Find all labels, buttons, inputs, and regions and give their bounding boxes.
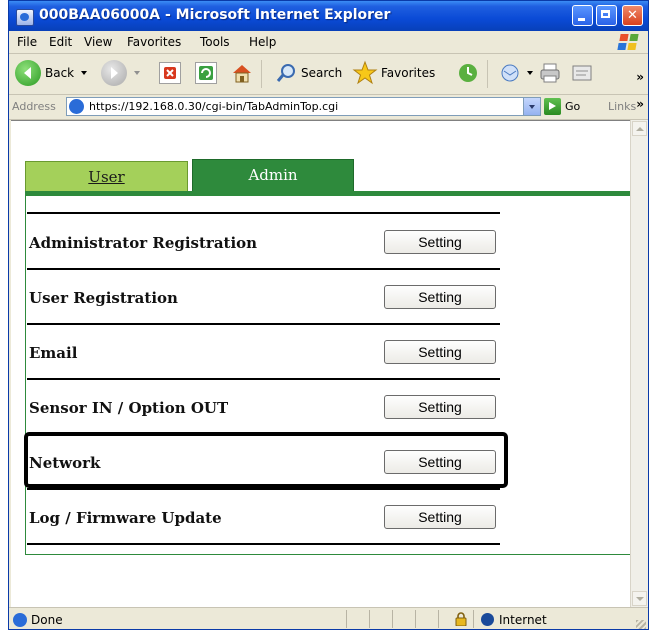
menu-bar: File Edit View Favorites Tools Help <box>9 31 648 54</box>
lock-icon[interactable] <box>455 612 467 627</box>
row-label-user-registration: User Registration <box>29 289 178 307</box>
links-label[interactable]: Links <box>608 100 636 113</box>
row-label-sensor-in-option-out: Sensor IN / Option OUT <box>29 399 229 417</box>
links-overflow-icon[interactable]: » <box>636 97 644 111</box>
page-globe-icon <box>69 99 84 114</box>
status-divider <box>369 610 370 628</box>
mail-icon[interactable] <box>499 62 521 84</box>
page-done-icon <box>13 613 27 627</box>
minimize-button[interactable] <box>572 5 593 26</box>
address-bar: Address https://192.168.0.30/cgi-bin/Tab… <box>9 95 648 120</box>
row-label-administrator-registration: Administrator Registration <box>29 234 258 252</box>
administrator-registration-setting-button[interactable]: Setting <box>384 230 496 254</box>
row-label-email: Email <box>29 344 78 362</box>
browser-window: 000BAA06000A - Microsoft Internet Explor… <box>8 0 649 630</box>
tab-admin-label[interactable]: Admin <box>248 166 297 184</box>
status-divider <box>346 610 347 628</box>
tab-user-label[interactable]: User <box>88 168 124 186</box>
forward-arrow-icon[interactable] <box>101 60 127 86</box>
favorites-star-icon[interactable] <box>352 60 378 86</box>
title-bar[interactable]: 000BAA06000A - Microsoft Internet Explor… <box>9 1 648 31</box>
tab-user[interactable]: User <box>25 161 188 192</box>
status-divider <box>438 610 439 628</box>
ie-page-icon <box>16 9 34 26</box>
search-button-label[interactable]: Search <box>301 66 342 80</box>
toolbar-overflow-icon[interactable]: » <box>636 70 644 84</box>
email-setting-button[interactable]: Setting <box>384 340 496 364</box>
go-arrow-icon[interactable] <box>544 98 561 115</box>
status-divider <box>473 610 474 628</box>
menu-edit[interactable]: Edit <box>49 35 72 49</box>
internet-globe-icon <box>481 613 494 626</box>
edit-page-icon[interactable] <box>571 62 593 84</box>
search-icon[interactable] <box>275 62 297 84</box>
toolbar-divider <box>261 60 262 88</box>
mail-dropdown-icon[interactable] <box>527 71 533 75</box>
address-label: Address <box>12 100 56 113</box>
menu-file[interactable]: File <box>17 35 37 49</box>
window-title: 000BAA06000A - Microsoft Internet Explor… <box>39 7 391 23</box>
status-bar: Done Internet <box>9 607 648 629</box>
favorites-button-label[interactable]: Favorites <box>381 66 435 80</box>
network-highlight-frame <box>24 432 508 488</box>
row-separator <box>27 378 500 380</box>
back-dropdown-icon[interactable] <box>81 71 87 75</box>
address-field[interactable]: https://192.168.0.30/cgi-bin/TabAdminTop… <box>66 97 541 116</box>
user-registration-setting-button[interactable]: Setting <box>384 285 496 309</box>
status-text: Done <box>31 613 63 627</box>
scroll-down-icon[interactable] <box>632 591 647 606</box>
toolbar: Back Search Favorites » <box>9 54 648 95</box>
print-icon[interactable] <box>539 62 561 84</box>
back-button-label[interactable]: Back <box>45 66 74 80</box>
resize-grip-icon[interactable] <box>636 620 646 629</box>
row-label-log-firmware-update: Log / Firmware Update <box>29 509 222 527</box>
status-divider <box>415 610 416 628</box>
sensor-option-setting-button[interactable]: Setting <box>384 395 496 419</box>
row-separator <box>27 212 500 214</box>
refresh-icon[interactable] <box>195 62 217 84</box>
address-url[interactable]: https://192.168.0.30/cgi-bin/TabAdminTop… <box>89 100 338 113</box>
maximize-button[interactable] <box>596 5 617 26</box>
history-icon[interactable] <box>457 62 479 84</box>
row-separator <box>27 268 500 270</box>
row-separator <box>27 488 500 490</box>
windows-logo-icon <box>614 33 642 51</box>
scroll-up-icon[interactable] <box>632 121 647 136</box>
security-zone-text: Internet <box>499 613 547 627</box>
status-divider <box>392 610 393 628</box>
close-button[interactable]: ✕ <box>622 5 643 26</box>
row-separator <box>27 323 500 325</box>
menu-help[interactable]: Help <box>249 35 276 49</box>
menu-tools[interactable]: Tools <box>200 35 230 49</box>
tab-admin[interactable]: Admin <box>192 159 354 192</box>
vertical-scrollbar[interactable] <box>630 120 648 607</box>
stop-icon[interactable] <box>159 62 181 84</box>
menu-view[interactable]: View <box>84 35 112 49</box>
page-content: User Admin Administrator Registration Se… <box>11 120 639 608</box>
toolbar-divider <box>487 60 488 88</box>
home-icon[interactable] <box>231 62 253 84</box>
forward-dropdown-icon[interactable] <box>134 71 140 75</box>
go-button-label[interactable]: Go <box>565 100 580 113</box>
address-dropdown-icon[interactable] <box>523 98 540 115</box>
log-firmware-setting-button[interactable]: Setting <box>384 505 496 529</box>
row-separator <box>27 543 500 545</box>
menu-favorites[interactable]: Favorites <box>127 35 181 49</box>
back-arrow-icon[interactable] <box>15 60 41 86</box>
